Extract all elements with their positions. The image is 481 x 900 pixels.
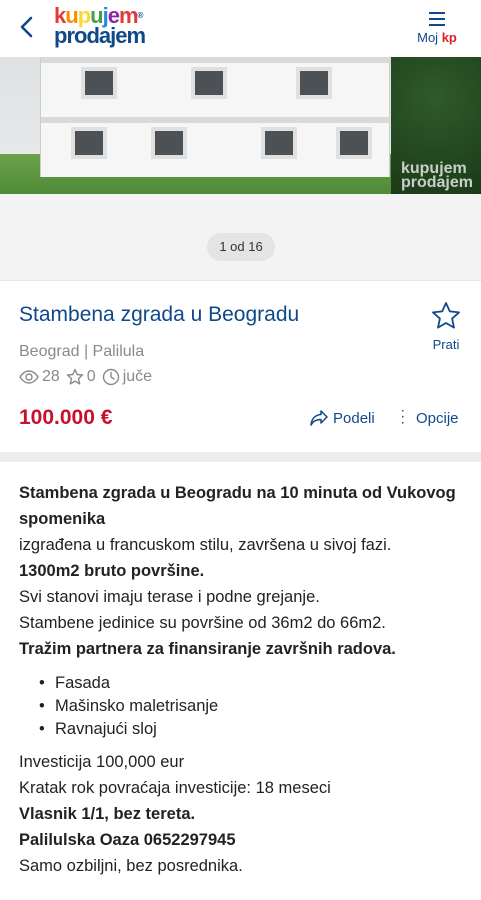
description-line: Investicija 100,000 eur — [19, 753, 185, 771]
listing-title: Stambena zgrada u Beogradu — [19, 303, 300, 326]
listing-info: Stambena zgrada u Beogradu Prati Beograd… — [0, 280, 481, 452]
list-item: Ravnajući sloj — [39, 718, 469, 741]
save-button[interactable]: Prati — [429, 301, 463, 352]
logo-line2: prodajem — [54, 23, 146, 48]
building-illustration — [40, 57, 391, 177]
back-arrow-icon[interactable] — [14, 14, 40, 40]
star-outline-icon — [432, 302, 460, 329]
app-header: kupujem® prodajem Moj kp — [0, 0, 481, 57]
save-label: Prati — [432, 337, 460, 352]
posted-stat: juče — [102, 368, 152, 386]
menu-button[interactable]: Moj kp — [407, 8, 467, 45]
share-icon — [310, 410, 328, 426]
listing-price: 100.000 € — [19, 406, 113, 429]
description-line: Stambene jedinice su površine od 36m2 do… — [19, 614, 386, 632]
photo-gallery[interactable]: kupujem prodajem 1 od 16 — [0, 57, 481, 280]
more-vertical-icon: · · · — [401, 406, 405, 429]
description-line: Vlasnik 1/1, bez tereta. — [19, 805, 196, 823]
list-item: Fasada — [39, 672, 469, 695]
menu-label: Moj kp — [417, 30, 457, 45]
eye-icon — [19, 370, 39, 384]
photo-counter: 1 od 16 — [207, 233, 275, 261]
description-line: Svi stanovi imaju terase i podne grejanj… — [19, 588, 320, 606]
work-items-list: Fasada Mašinsko maletrisanje Ravnajući s… — [39, 672, 469, 741]
options-button[interactable]: · · · Opcije — [398, 406, 458, 429]
description-line: Samo ozbiljni, bez posrednika. — [19, 857, 243, 875]
kupujemprodajem-logo[interactable]: kupujem® prodajem — [54, 5, 164, 50]
star-icon — [66, 368, 83, 385]
clock-icon — [102, 368, 119, 386]
description-line: Palilulska Oaza 0652297945 — [19, 831, 236, 849]
listing-photo[interactable]: kupujem prodajem — [0, 57, 481, 194]
list-item: Mašinsko maletrisanje — [39, 695, 469, 718]
views-stat: 28 — [19, 368, 60, 386]
listing-stats: 28 0 juče — [19, 368, 158, 386]
share-button[interactable]: Podeli — [309, 409, 375, 427]
photo-watermark: kupujem prodajem — [400, 160, 473, 191]
section-divider — [0, 452, 481, 462]
description-line: izgrađena u francuskom stilu, završena u… — [19, 536, 392, 554]
hamburger-icon — [429, 12, 445, 26]
listing-location[interactable]: Beograd | Palilula — [19, 343, 144, 361]
description-line: Tražim partnera za finansiranje završnih… — [19, 640, 396, 658]
description-line: Kratak rok povraćaja investicije: 18 mes… — [19, 779, 331, 797]
favorites-stat: 0 — [66, 368, 96, 386]
description-heading: Stambena zgrada u Beogradu na 10 minuta … — [19, 484, 456, 528]
listing-description: Stambena zgrada u Beogradu na 10 minuta … — [19, 480, 469, 879]
description-line: 1300m2 bruto površine. — [19, 562, 205, 580]
